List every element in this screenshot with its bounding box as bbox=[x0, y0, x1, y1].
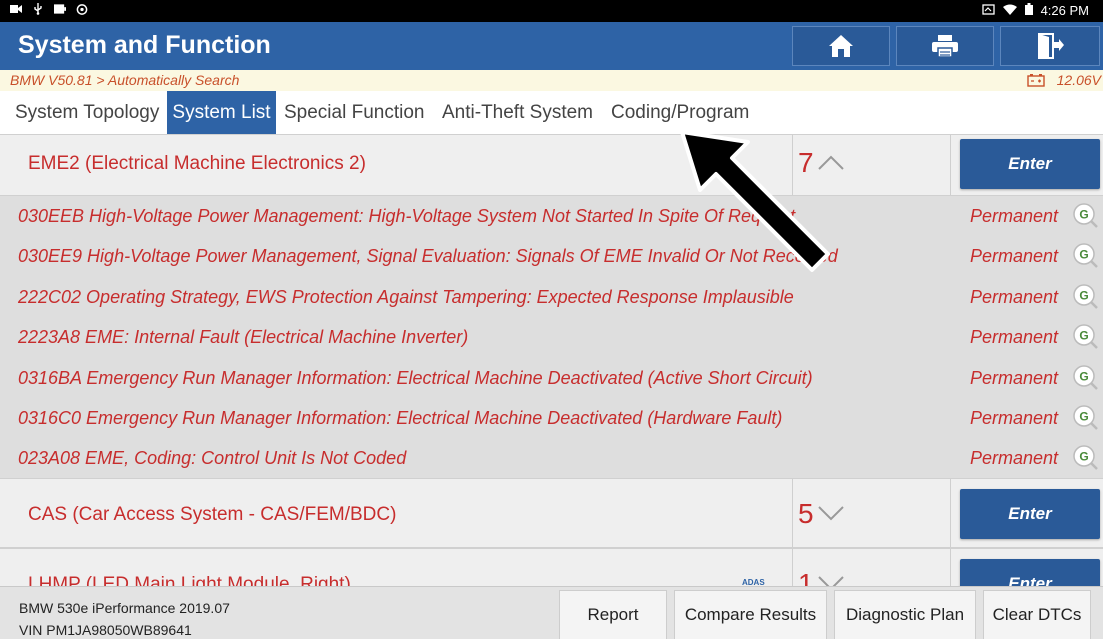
compare-results-button[interactable]: Compare Results bbox=[674, 590, 827, 639]
dtc-description: 030EE9 High-Voltage Power Management, Si… bbox=[18, 246, 838, 266]
breadcrumb-bar: BMW V50.81 > Automatically Search 12.06V bbox=[0, 70, 1103, 91]
dtc-count: 5 bbox=[798, 498, 814, 529]
vehicle-vin: VIN PM1JA98050WB89641 bbox=[19, 622, 192, 638]
clock: 4:26 PM bbox=[1040, 3, 1089, 18]
dtc-description: 023A08 EME, Coding: Control Unit Is Not … bbox=[18, 448, 407, 468]
system-row[interactable]: LHMP (LED Main Light Module, Right) 1 En… bbox=[0, 548, 1103, 586]
dtc-description: 0316BA Emergency Run Manager Information… bbox=[18, 368, 813, 388]
print-icon bbox=[932, 35, 958, 58]
vehicle-model: BMW 530e iPerformance 2019.07 bbox=[19, 600, 230, 616]
breadcrumb: BMW V50.81 > Automatically Search bbox=[10, 72, 240, 88]
wifi-icon bbox=[1002, 3, 1017, 18]
system-list: EME2 (Electrical Machine Electronics 2) … bbox=[0, 134, 1103, 586]
clear-dtcs-button[interactable]: Clear DTCs bbox=[983, 590, 1091, 639]
dtc-row: 2223A8 EME: Internal Fault (Electrical M… bbox=[0, 317, 1103, 357]
google-search-icon[interactable]: G bbox=[1072, 242, 1098, 268]
system-row[interactable]: EME2 (Electrical Machine Electronics 2) … bbox=[0, 134, 1103, 196]
svg-text:G: G bbox=[1079, 410, 1088, 424]
report-button[interactable]: Report bbox=[559, 590, 667, 639]
svg-text:G: G bbox=[1079, 208, 1088, 222]
chevron-down-icon[interactable] bbox=[817, 503, 845, 523]
dtc-status: Permanent bbox=[970, 368, 1059, 388]
tab-anti-theft-system[interactable]: Anti-Theft System bbox=[438, 91, 597, 134]
svg-text:G: G bbox=[1079, 329, 1088, 343]
cast-icon bbox=[981, 3, 995, 18]
usb-icon bbox=[32, 3, 44, 15]
system-row[interactable]: CAS (Car Access System - CAS/FEM/BDC) 5 … bbox=[0, 478, 1103, 548]
google-search-icon[interactable]: G bbox=[1072, 364, 1098, 390]
app-header: System and Function bbox=[0, 22, 1103, 70]
bottom-bar: BMW 530e iPerformance 2019.07 VIN PM1JA9… bbox=[0, 586, 1103, 639]
diagnostic-plan-button[interactable]: Diagnostic Plan bbox=[834, 590, 976, 639]
battery-saver-icon bbox=[54, 3, 66, 15]
chevron-down-icon[interactable] bbox=[817, 573, 845, 586]
voltage-value: 12.06V bbox=[1056, 72, 1101, 88]
system-name: EME2 (Electrical Machine Electronics 2) bbox=[28, 153, 366, 174]
google-search-icon[interactable]: G bbox=[1072, 404, 1098, 430]
tab-special-function[interactable]: Special Function bbox=[280, 91, 428, 134]
voltage-indicator: 12.06V bbox=[1026, 72, 1101, 88]
system-name: CAS (Car Access System - CAS/FEM/BDC) bbox=[28, 504, 397, 525]
dtc-status: Permanent bbox=[970, 246, 1059, 266]
dtc-status: Permanent bbox=[970, 408, 1059, 428]
svg-text:G: G bbox=[1079, 450, 1088, 464]
screen: 4:26 PM System and Function BMW V50.81 >… bbox=[0, 0, 1103, 639]
dtc-description: 222C02 Operating Strategy, EWS Protectio… bbox=[18, 287, 794, 307]
dtc-row: 0316C0 Emergency Run Manager Information… bbox=[0, 398, 1103, 438]
exit-button[interactable] bbox=[1000, 26, 1100, 66]
home-icon bbox=[829, 35, 853, 57]
tab-bar: System Topology System List Special Func… bbox=[0, 91, 1103, 135]
svg-text:G: G bbox=[1079, 370, 1088, 384]
home-button[interactable] bbox=[792, 26, 890, 66]
google-search-icon[interactable]: G bbox=[1072, 444, 1098, 470]
dtc-description: 030EEB High-Voltage Power Management: Hi… bbox=[18, 206, 796, 226]
page-title: System and Function bbox=[18, 31, 271, 59]
enter-button[interactable]: Enter bbox=[960, 559, 1100, 586]
dtc-description: 0316C0 Emergency Run Manager Information… bbox=[18, 408, 783, 428]
tab-system-list[interactable]: System List bbox=[167, 91, 276, 134]
exit-icon bbox=[1038, 33, 1064, 59]
dtc-list: 030EEB High-Voltage Power Management: Hi… bbox=[0, 196, 1103, 478]
dtc-status: Permanent bbox=[970, 287, 1059, 307]
dtc-status: Permanent bbox=[970, 206, 1059, 226]
dtc-row: 023A08 EME, Coding: Control Unit Is Not … bbox=[0, 438, 1103, 478]
video-icon bbox=[10, 3, 22, 15]
google-search-icon[interactable]: G bbox=[1072, 202, 1098, 228]
settings-icon bbox=[76, 3, 88, 15]
enter-button[interactable]: Enter bbox=[960, 489, 1100, 539]
dtc-row: 222C02 Operating Strategy, EWS Protectio… bbox=[0, 277, 1103, 317]
dtc-row: 030EEB High-Voltage Power Management: Hi… bbox=[0, 196, 1103, 236]
tab-coding-program[interactable]: Coding/Program bbox=[607, 91, 753, 134]
google-search-icon[interactable]: G bbox=[1072, 323, 1098, 349]
tab-system-topology[interactable]: System Topology bbox=[11, 91, 163, 134]
system-name: LHMP (LED Main Light Module, Right) bbox=[28, 574, 351, 586]
dtc-count: 7 bbox=[798, 147, 814, 178]
chevron-up-icon[interactable] bbox=[817, 153, 845, 173]
google-search-icon[interactable]: G bbox=[1072, 283, 1098, 309]
battery-icon bbox=[1024, 3, 1033, 18]
adas-badge: ADAS bbox=[742, 578, 765, 586]
dtc-description: 2223A8 EME: Internal Fault (Electrical M… bbox=[18, 327, 469, 347]
svg-text:G: G bbox=[1079, 289, 1088, 303]
dtc-row: 030EE9 High-Voltage Power Management, Si… bbox=[0, 236, 1103, 276]
status-bar: 4:26 PM bbox=[0, 0, 1103, 22]
dtc-status: Permanent bbox=[970, 327, 1059, 347]
print-button[interactable] bbox=[896, 26, 994, 66]
enter-button[interactable]: Enter bbox=[960, 139, 1100, 189]
svg-text:G: G bbox=[1079, 248, 1088, 262]
battery-voltage-icon bbox=[1026, 74, 1045, 87]
dtc-count: 1 bbox=[798, 568, 814, 586]
dtc-status: Permanent bbox=[970, 448, 1059, 468]
dtc-row: 0316BA Emergency Run Manager Information… bbox=[0, 358, 1103, 398]
